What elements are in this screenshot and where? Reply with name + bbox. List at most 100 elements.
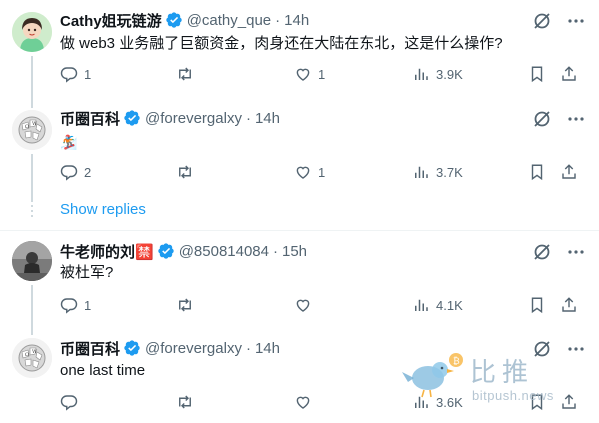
tweet-emoji: 🏂	[60, 134, 78, 150]
more-options-icon[interactable]	[566, 242, 586, 262]
share-icon	[562, 297, 576, 312]
bookmark-icon	[531, 297, 543, 314]
reply-icon	[60, 395, 78, 411]
avatar-liu[interactable]	[12, 241, 52, 281]
reply-button[interactable]: 2	[60, 163, 91, 181]
bookmark-button[interactable]	[528, 296, 546, 314]
like-count: 1	[318, 164, 326, 180]
tweet-header: 牛老师的刘🈲 @850814084 · 15h	[60, 241, 307, 261]
verified-badge-icon	[165, 11, 183, 29]
heart-icon	[296, 299, 310, 312]
display-name[interactable]: Cathy姐玩链游	[60, 10, 162, 31]
views-chart-icon	[415, 68, 428, 80]
reply-button[interactable]: 1	[60, 65, 91, 83]
separator-dot: ·	[275, 11, 281, 29]
share-button[interactable]	[560, 296, 578, 314]
tweet-text: one last time	[60, 362, 146, 379]
avatar-cathy[interactable]	[12, 12, 52, 52]
reply-count: 2	[84, 164, 92, 180]
timestamp[interactable]: 14h	[255, 110, 280, 127]
reply-icon	[60, 67, 78, 83]
handle[interactable]: @forevergalxy	[145, 110, 242, 127]
bitpush-watermark: ₿ 比推 bitpush.news	[398, 350, 598, 410]
avatar-wiki[interactable]: Ω W	[12, 110, 52, 150]
share-icon	[562, 66, 576, 81]
separator-dot: ·	[273, 242, 278, 260]
reply-count: 1	[84, 297, 92, 313]
reply-icon	[60, 298, 78, 314]
retweet-icon	[179, 298, 191, 312]
retweet-button[interactable]	[176, 296, 194, 314]
watermark-main: 比推	[470, 358, 535, 388]
reply-count: 1	[84, 66, 92, 82]
reply-icon	[60, 165, 78, 181]
handle[interactable]: @850814084	[179, 243, 269, 260]
bookmark-button[interactable]	[528, 65, 546, 83]
action-bar: 1 4.1K	[60, 296, 587, 316]
verified-badge-icon	[123, 339, 141, 357]
verified-badge-icon	[157, 242, 175, 260]
share-button[interactable]	[560, 163, 578, 181]
timestamp[interactable]: 14h	[284, 12, 309, 29]
views-count: 4.1K	[436, 297, 463, 313]
bookmark-button[interactable]	[528, 163, 546, 181]
retweet-button[interactable]	[176, 65, 194, 83]
like-button[interactable]: 1	[294, 163, 325, 181]
timestamp[interactable]: 14h	[255, 340, 280, 357]
bookmark-icon	[531, 164, 543, 181]
tweet-header: Cathy姐玩链游 @cathy_que · 14h	[60, 10, 309, 30]
like-button[interactable]	[294, 296, 312, 314]
svg-text:Ω: Ω	[25, 124, 29, 130]
retweet-icon	[179, 67, 191, 81]
share-button[interactable]	[560, 65, 578, 83]
heart-icon	[296, 166, 310, 179]
grok-icon[interactable]	[532, 242, 552, 262]
heart-icon	[296, 68, 310, 81]
thread-line	[31, 100, 33, 108]
display-name[interactable]: 币圈百科	[60, 338, 120, 359]
retweet-icon	[179, 395, 191, 409]
views-button[interactable]: 3.7K	[412, 163, 463, 181]
like-button[interactable]: 1	[294, 65, 325, 83]
more-options-icon[interactable]	[566, 11, 586, 31]
watermark-sub: bitpush.news	[472, 388, 554, 403]
like-count: 1	[318, 66, 326, 82]
views-chart-icon	[415, 299, 428, 311]
retweet-icon	[179, 165, 191, 179]
views-button[interactable]: 4.1K	[412, 296, 463, 314]
action-bar: 2 1 3.7K	[60, 163, 587, 183]
handle[interactable]: @forevergalxy	[145, 340, 242, 357]
handle[interactable]: @cathy_que	[187, 12, 271, 29]
like-button[interactable]	[294, 393, 312, 411]
more-options-icon[interactable]	[566, 109, 586, 129]
views-chart-icon	[415, 166, 428, 178]
grok-icon[interactable]	[532, 109, 552, 129]
svg-text:₿: ₿	[453, 356, 460, 367]
thread-line	[31, 285, 33, 335]
display-name[interactable]: 牛老师的刘🈲	[60, 241, 154, 262]
bookmark-icon	[531, 66, 543, 83]
svg-text:Ω: Ω	[25, 352, 29, 358]
verified-badge-icon	[123, 109, 141, 127]
views-count: 3.9K	[436, 66, 463, 82]
retweet-button[interactable]	[176, 163, 194, 181]
display-name[interactable]: 币圈百科	[60, 108, 120, 129]
views-button[interactable]: 3.9K	[412, 65, 463, 83]
tweet-header: 币圈百科 @forevergalxy · 14h	[60, 338, 280, 358]
views-count: 3.7K	[436, 164, 463, 180]
svg-text:W: W	[32, 349, 38, 355]
bird-logo-icon: ₿	[402, 353, 463, 398]
reply-button[interactable]: 1	[60, 296, 91, 314]
show-replies-link[interactable]: Show replies	[60, 201, 146, 218]
divider	[0, 230, 599, 231]
separator-dot: ·	[245, 339, 251, 357]
thread-dotted-line	[31, 200, 33, 220]
avatar-wiki[interactable]: Ω W	[12, 338, 52, 378]
grok-icon[interactable]	[532, 11, 552, 31]
reply-button[interactable]	[60, 393, 78, 411]
thread-line	[31, 154, 33, 200]
retweet-button[interactable]	[176, 393, 194, 411]
tweet-header: 币圈百科 @forevergalxy · 14h	[60, 108, 280, 128]
timestamp[interactable]: 15h	[282, 243, 307, 260]
tweet-text: 被杜军?	[60, 264, 114, 281]
